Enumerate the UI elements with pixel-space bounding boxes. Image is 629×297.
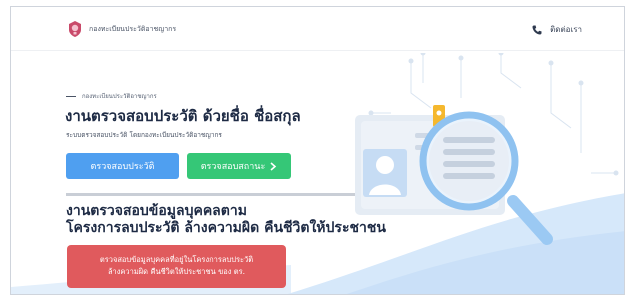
section-heading-line2: โครงการลบประวัติ ล้างความผิด คืนชีวิตให้… <box>66 220 386 236</box>
id-search-illustration <box>355 53 619 245</box>
phone-icon <box>532 25 542 35</box>
kicker-dash <box>66 95 76 97</box>
check-status-button[interactable]: ตรวจสอบสถานะ <box>187 153 291 179</box>
section-divider <box>66 193 370 196</box>
check-person-line2: ล้างความผิด คืนชีวิตให้ประชาชน ของ ตร. <box>107 267 246 276</box>
top-navbar: กองทะเบียนประวัติอาชญากร ติดต่อเรา <box>11 7 624 51</box>
hero-kicker: กองทะเบียนประวัติอาชญากร <box>66 91 157 101</box>
check-person-project-button[interactable]: ตรวจสอบข้อมูลบุคคลที่อยู่ในโครงการลบประว… <box>67 245 286 288</box>
page-title: งานตรวจสอบประวัติ ด้วยชื่อ ชื่อสกุล <box>65 107 301 125</box>
chevron-right-icon <box>270 161 277 171</box>
kicker-text: กองทะเบียนประวัติอาชญากร <box>82 93 157 100</box>
contact-label: ติดต่อเรา <box>550 25 582 34</box>
check-status-label: ตรวจสอบสถานะ <box>200 162 266 172</box>
page-frame: กองทะเบียนประวัติอาชญากร ติดต่อเรา กองทะ… <box>10 6 625 295</box>
check-person-line1: ตรวจสอบข้อมูลบุคคลที่อยู่ในโครงการลบประว… <box>99 255 254 264</box>
brand-name[interactable]: กองทะเบียนประวัติอาชญากร <box>89 24 176 35</box>
check-history-label: ตรวจสอบประวัติ <box>90 162 155 172</box>
section-heading-line1: งานตรวจสอบข้อมูลบุคคลตาม <box>66 203 247 219</box>
contact-link[interactable]: ติดต่อเรา <box>532 23 582 36</box>
check-history-button[interactable]: ตรวจสอบประวัติ <box>66 153 179 179</box>
page-subtitle: ระบบตรวจสอบประวัติ โดยกองทะเบียนประวัติอ… <box>66 131 222 139</box>
section-heading: งานตรวจสอบข้อมูลบุคคลตาม โครงการลบประวัต… <box>66 203 386 237</box>
police-seal-icon[interactable] <box>68 21 82 37</box>
